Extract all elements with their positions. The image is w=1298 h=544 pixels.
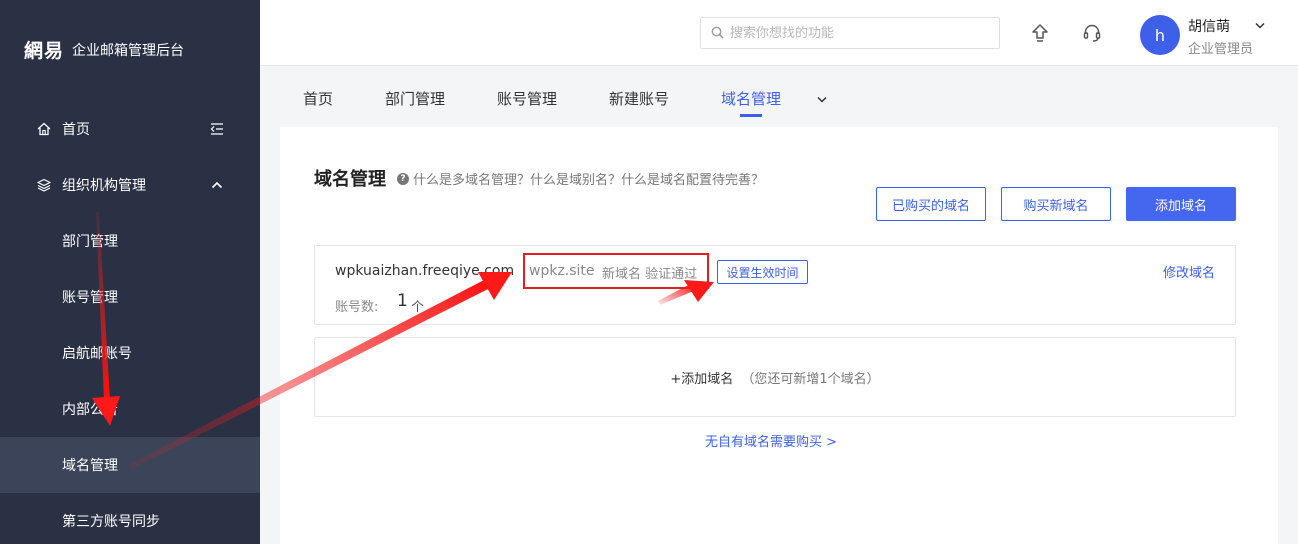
sidebar-item-label: 第三方账号同步 <box>62 514 160 530</box>
brand-title: 企业邮箱管理后台 <box>72 42 185 59</box>
account-count-unit: 个 <box>411 300 425 315</box>
tab-accounts[interactable]: 账号管理 <box>497 88 557 109</box>
tab-home[interactable]: 首页 <box>303 88 333 109</box>
sidebar-item-label: 部门管理 <box>62 234 118 250</box>
tab-domain[interactable]: 域名管理 <box>721 88 781 109</box>
collapse-menu-icon[interactable] <box>210 122 224 136</box>
search-input[interactable] <box>730 25 990 41</box>
layers-icon <box>36 177 52 193</box>
sidebar-item-accounts[interactable]: 账号管理 <box>0 269 260 325</box>
sidebar-item-label: 账号管理 <box>62 290 118 306</box>
help-text: 什么是多域名管理？什么是域别名？什么是域名配置待完善？ <box>413 173 765 188</box>
account-count: 1 <box>397 291 408 311</box>
sidebar-item-organization[interactable]: 组织机构管理 <box>0 157 260 213</box>
page-title: 域名管理 <box>314 169 386 190</box>
sidebar-item-label: 启航邮账号 <box>62 346 132 362</box>
tab-active-indicator <box>740 114 762 117</box>
search-icon <box>711 24 724 43</box>
sidebar-item-label: 首页 <box>62 122 90 138</box>
add-domain-button[interactable]: 添加域名 <box>1126 187 1236 221</box>
help-link[interactable]: ? 什么是多域名管理？什么是域别名？什么是域名配置待完善？ <box>397 169 764 188</box>
account-count-label: 账号数: <box>335 300 379 315</box>
add-domain-label: +添加域名 <box>670 371 734 387</box>
purchased-domains-button[interactable]: 已购买的域名 <box>876 187 986 221</box>
domain-management-card: 域名管理 ? 什么是多域名管理？什么是域别名？什么是域名配置待完善？ 已购买的域… <box>280 127 1278 544</box>
set-effective-time-button[interactable]: 设置生效时间 <box>717 260 808 284</box>
upload-icon[interactable] <box>1029 22 1051 44</box>
brand-logo: 網易 <box>24 40 65 62</box>
sidebar: 網易 企业邮箱管理后台 首页 组织机构管理 部门管理 账号管理 启航邮账号 内部… <box>0 0 260 544</box>
user-role: 企业管理员 <box>1188 42 1254 57</box>
user-name[interactable]: 胡信萌 <box>1188 16 1230 36</box>
add-domain-area[interactable]: +添加域名 （您还可新增1个域名） <box>314 337 1236 417</box>
sidebar-item-label: 内部公告 <box>62 402 118 418</box>
sidebar-item-label: 组织机构管理 <box>62 178 146 194</box>
sidebar-item-domain[interactable]: 域名管理 <box>0 437 260 493</box>
add-domain-hint: （您还可新增1个域名） <box>741 371 880 387</box>
sidebar-item-label: 域名管理 <box>62 458 118 474</box>
buy-domain-link[interactable]: 无自有域名需要购买 > <box>705 431 837 450</box>
domain-name: wpkuaizhan.freeqiye.com <box>335 263 515 279</box>
domain-alias: wpkz.site <box>529 263 595 279</box>
sidebar-item-announcement[interactable]: 内部公告 <box>0 381 260 437</box>
headset-icon[interactable] <box>1081 22 1103 44</box>
brand: 網易 企业邮箱管理后台 <box>24 36 184 63</box>
avatar[interactable]: h <box>1140 15 1180 55</box>
question-icon: ? <box>397 172 409 185</box>
buy-new-domain-button[interactable]: 购买新域名 <box>1001 187 1111 221</box>
sidebar-item-home[interactable]: 首页 <box>0 101 260 157</box>
chevron-up-icon <box>210 178 224 192</box>
home-icon <box>36 121 52 137</box>
alias-status: 新域名 验证通过 <box>602 267 698 282</box>
chevron-down-icon[interactable] <box>1253 18 1267 32</box>
topbar: h 胡信萌 企业管理员 <box>260 0 1298 66</box>
tab-department[interactable]: 部门管理 <box>385 88 445 109</box>
domain-item: wpkuaizhan.freeqiye.com wpkz.site 新域名 验证… <box>314 245 1236 325</box>
sidebar-item-third-party-sync[interactable]: 第三方账号同步 <box>0 493 260 544</box>
sidebar-item-department[interactable]: 部门管理 <box>0 213 260 269</box>
edit-domain-link[interactable]: 修改域名 <box>1163 262 1215 281</box>
tab-new-account[interactable]: 新建账号 <box>609 88 669 109</box>
chevron-down-icon[interactable] <box>815 92 829 106</box>
sidebar-item-qihang-account[interactable]: 启航邮账号 <box>0 325 260 381</box>
search-box[interactable] <box>700 17 1000 49</box>
